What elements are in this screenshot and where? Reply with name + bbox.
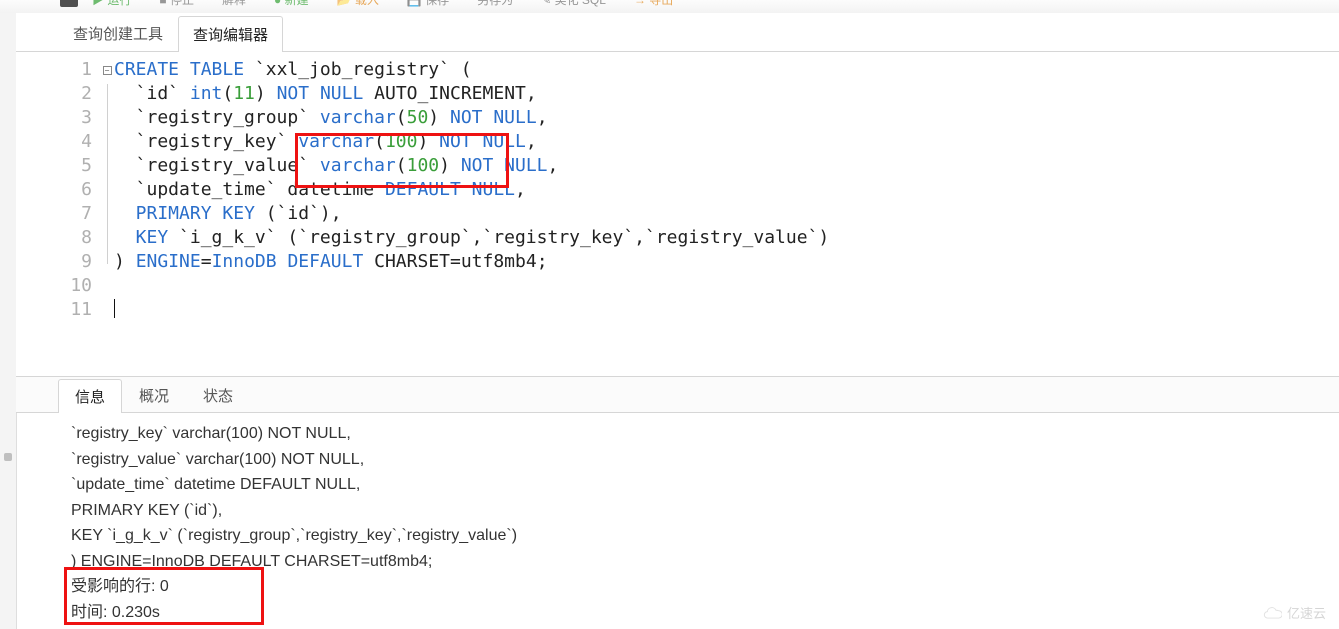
line-number: 3 [16,106,92,130]
code-line[interactable]: KEY `i_g_k_v` (`registry_group`,`registr… [114,226,1339,250]
info-line: 受影响的行: 0 [71,574,1339,600]
saveas-button[interactable]: 另存为 [477,0,513,8]
fold-guide-icon [107,204,108,228]
line-number: 6 [16,178,92,202]
export-button[interactable]: → 导出 [634,0,673,8]
save-button[interactable]: 💾 保存 [407,0,449,8]
fold-marker[interactable] [100,204,114,228]
code-line[interactable]: `registry_key` varchar(100) NOT NULL, [114,130,1339,154]
fold-guide-icon [107,84,108,108]
fold-guide-icon [107,156,108,180]
info-line: `registry_key` varchar(100) NOT NULL, [71,421,1339,447]
code-line[interactable]: `registry_value` varchar(100) NOT NULL, [114,154,1339,178]
fold-marker[interactable] [100,276,114,300]
info-line: PRIMARY KEY (`id`), [71,498,1339,524]
window-left-gutter [0,13,17,629]
code-line[interactable]: ) ENGINE=InnoDB DEFAULT CHARSET=utf8mb4; [114,250,1339,274]
info-line: 时间: 0.230s [71,600,1339,626]
fold-guide-icon [107,228,108,252]
line-number: 5 [16,154,92,178]
line-number: 8 [16,226,92,250]
code-line[interactable] [114,274,1339,298]
result-tab-bar: 信息 概况 状态 [16,377,1339,413]
new-button[interactable]: ● 新建 [274,0,309,8]
load-button[interactable]: 📂 载入 [337,0,379,8]
run-button[interactable]: ▶ 运行 [92,0,131,8]
fold-gutter: − [100,58,114,376]
tab-profile[interactable]: 概况 [122,378,186,412]
code-area[interactable]: CREATE TABLE `xxl_job_registry` ( `id` i… [114,58,1339,376]
info-line: `registry_value` varchar(100) NOT NULL, [71,447,1339,473]
result-panel: 信息 概况 状态 `registry_key` varchar(100) NOT… [16,376,1339,629]
info-line: `update_time` datetime DEFAULT NULL, [71,472,1339,498]
fold-collapse-icon[interactable]: − [103,66,112,75]
gutter-handle-icon[interactable] [4,453,12,461]
fold-guide-icon [107,108,108,132]
watermark: 亿速云 [1260,603,1326,622]
sql-editor[interactable]: 1234567891011 − CREATE TABLE `xxl_job_re… [16,52,1339,376]
line-number: 1 [16,58,92,82]
fold-marker[interactable]: − [100,60,114,84]
tab-info[interactable]: 信息 [58,379,122,413]
beautify-button[interactable]: ✎ 美化 SQL [541,0,606,8]
fold-guide-icon [107,180,108,204]
editor-tab-bar: 查询创建工具 查询编辑器 [16,13,1339,52]
line-number: 11 [16,298,92,322]
cloud-icon [1260,605,1282,621]
line-number: 7 [16,202,92,226]
fold-marker[interactable] [100,108,114,132]
line-number: 9 [16,250,92,274]
tab-query-editor[interactable]: 查询编辑器 [178,16,283,52]
code-line[interactable]: CREATE TABLE `xxl_job_registry` ( [114,58,1339,82]
text-caret [114,299,115,318]
explain-button[interactable]: 解释 [222,0,246,8]
code-line[interactable]: `registry_group` varchar(50) NOT NULL, [114,106,1339,130]
tab-status[interactable]: 状态 [186,378,250,412]
line-number: 2 [16,82,92,106]
code-line[interactable]: `id` int(11) NOT NULL AUTO_INCREMENT, [114,82,1339,106]
main-toolbar: ▶ 运行 ■ 停止 解释 ● 新建 📂 载入 💾 保存 另存为 ✎ 美化 SQL… [0,0,1339,14]
fold-marker[interactable] [100,132,114,156]
info-line: KEY `i_g_k_v` (`registry_group`,`registr… [71,523,1339,549]
tab-query-builder[interactable]: 查询创建工具 [58,15,178,51]
line-number: 10 [16,274,92,298]
fold-marker[interactable] [100,228,114,252]
line-number-gutter: 1234567891011 [16,58,100,376]
info-line: ) ENGINE=InnoDB DEFAULT CHARSET=utf8mb4; [71,549,1339,575]
code-line[interactable]: `update_time` datetime DEFAULT NULL, [114,178,1339,202]
fold-marker[interactable] [100,252,114,276]
code-line[interactable] [114,298,1339,322]
fold-marker[interactable] [100,84,114,108]
fold-marker[interactable] [100,180,114,204]
fold-marker[interactable] [100,156,114,180]
fold-guide-icon [107,132,108,156]
stop-button[interactable]: ■ 停止 [159,0,194,8]
info-output[interactable]: `registry_key` varchar(100) NOT NULL,`re… [16,413,1339,629]
fold-guide-icon [107,252,108,264]
code-line[interactable]: PRIMARY KEY (`id`), [114,202,1339,226]
stop-icon [60,0,78,7]
line-number: 4 [16,130,92,154]
fold-marker[interactable] [100,300,114,324]
watermark-text: 亿速云 [1287,603,1326,622]
